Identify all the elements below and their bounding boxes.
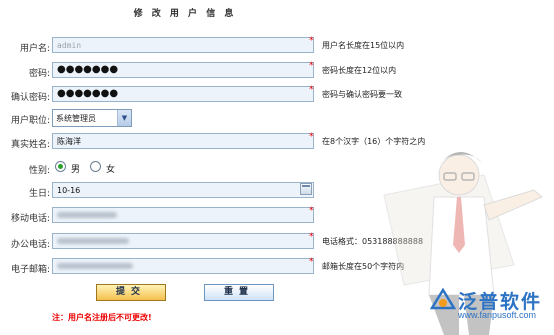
gender-female-label: 女 xyxy=(106,165,116,175)
brand-logo: 泛普软件 www.fanpusoft.com xyxy=(428,286,554,332)
confirm-password-hint: 密码与确认密码要一致 xyxy=(322,90,402,99)
required-mark: * xyxy=(309,132,314,142)
redacted-value xyxy=(57,238,129,244)
required-mark: * xyxy=(309,232,314,242)
password-field[interactable]: ●●●●●●● xyxy=(52,62,314,78)
confirm-password-field[interactable]: ●●●●●●● xyxy=(52,86,314,102)
submit-button[interactable]: 提交 xyxy=(96,284,166,301)
chevron-down-icon[interactable]: ▼ xyxy=(117,110,131,126)
username-note: 注：用户名注册后不可更改! xyxy=(52,313,152,322)
mobile-label: 移动电话: xyxy=(10,214,50,224)
birthday-field[interactable]: 10-16 xyxy=(52,182,314,198)
required-mark: * xyxy=(309,206,314,216)
row-username: 用户名: admin * 用户名长度在15位以内 xyxy=(0,36,554,59)
gender-label: 性别: xyxy=(28,166,50,176)
email-label: 电子邮箱: xyxy=(10,265,50,275)
office-phone-field[interactable] xyxy=(52,233,314,249)
row-confirm-password: 确认密码: ●●●●●●● * 密码与确认密码要一致 xyxy=(0,85,554,108)
required-mark: * xyxy=(309,36,314,46)
position-label: 用户职位: xyxy=(10,116,50,126)
username-label: 用户名: xyxy=(19,44,50,54)
page-title: 修 改 用 户 信 息 xyxy=(133,9,237,19)
password-hint: 密码长度在12位以内 xyxy=(322,66,397,75)
birthday-label: 生日: xyxy=(28,189,50,199)
confirm-password-label: 确认密码: xyxy=(10,93,50,103)
required-mark: * xyxy=(309,85,314,95)
email-field[interactable] xyxy=(52,258,314,274)
row-position: 用户职位: 系统管理员 ▼ xyxy=(0,109,554,131)
username-hint: 用户名长度在15位以内 xyxy=(322,41,405,50)
gender-male-radio[interactable] xyxy=(55,161,66,172)
required-mark: * xyxy=(309,257,314,267)
redacted-value xyxy=(57,212,117,218)
password-label: 密码: xyxy=(28,69,50,79)
redacted-value xyxy=(57,263,133,269)
fanpu-logo-icon xyxy=(430,288,456,310)
position-select[interactable]: 系统管理员 ▼ xyxy=(52,109,132,127)
position-selected: 系统管理员 xyxy=(56,114,96,123)
mobile-field[interactable] xyxy=(52,207,314,223)
gender-female-radio[interactable] xyxy=(90,161,101,172)
required-mark: * xyxy=(309,61,314,71)
reset-button[interactable]: 重置 xyxy=(204,284,274,301)
office-phone-label: 办公电话: xyxy=(10,240,50,250)
gender-male-label: 男 xyxy=(71,165,81,175)
row-password: 密码: ●●●●●●● * 密码长度在12位以内 xyxy=(0,61,554,84)
realname-label: 真实姓名: xyxy=(10,140,50,150)
realname-field[interactable]: 陈海洋 xyxy=(52,133,314,149)
calendar-icon[interactable] xyxy=(300,183,312,195)
username-field[interactable]: admin xyxy=(52,37,314,53)
logo-url: www.fanpusoft.com xyxy=(458,310,537,320)
